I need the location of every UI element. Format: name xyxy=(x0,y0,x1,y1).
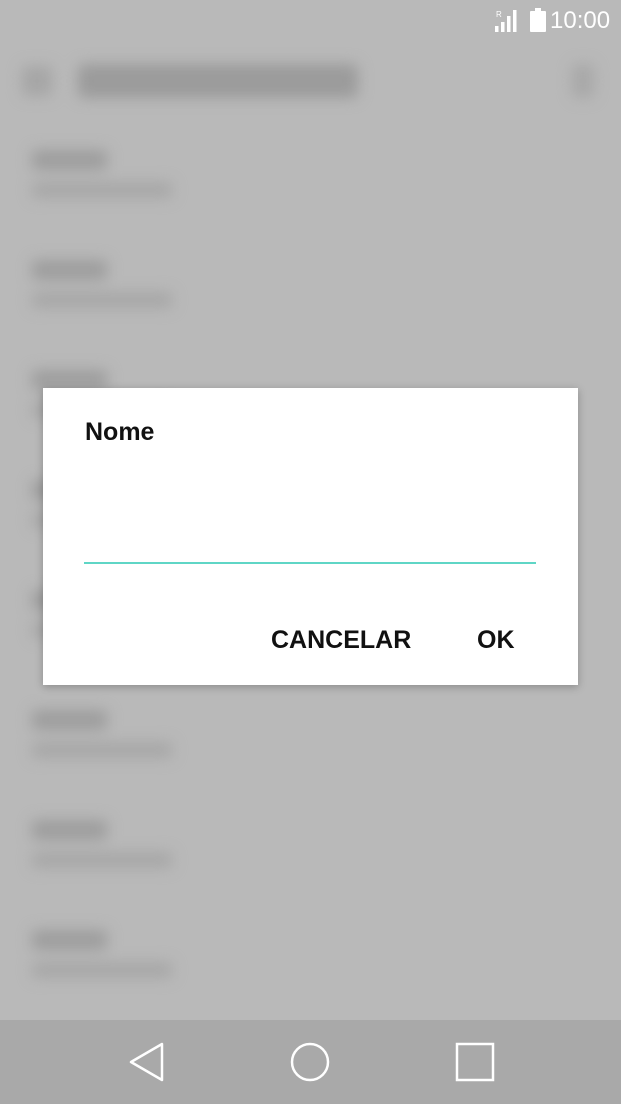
background-title xyxy=(78,64,358,98)
status-bar: R 10:00 xyxy=(0,0,621,44)
battery-icon xyxy=(530,8,546,32)
navigation-bar xyxy=(0,1020,621,1104)
recent-apps-button[interactable] xyxy=(425,1020,525,1104)
ok-button[interactable]: OK xyxy=(477,626,515,655)
background-menu-icon xyxy=(572,64,594,98)
status-clock: 10:00 xyxy=(550,7,611,34)
signal-icon: R xyxy=(495,10,519,32)
back-icon xyxy=(129,1042,164,1082)
roaming-indicator: R xyxy=(496,10,502,19)
name-dialog: Nome CANCELAR OK xyxy=(43,388,578,685)
background-back-icon xyxy=(22,66,52,96)
background-list-item xyxy=(32,820,182,880)
home-icon xyxy=(290,1042,330,1082)
cancel-button[interactable]: CANCELAR xyxy=(271,626,411,655)
background-list-item xyxy=(32,710,182,770)
background-list-item xyxy=(32,150,182,210)
name-input[interactable] xyxy=(84,508,536,564)
recent-apps-icon xyxy=(455,1042,495,1082)
background-list-item xyxy=(32,260,182,320)
home-button[interactable] xyxy=(260,1020,360,1104)
background-list-item xyxy=(32,930,182,990)
back-button[interactable] xyxy=(97,1020,197,1104)
dialog-title: Nome xyxy=(85,418,155,446)
